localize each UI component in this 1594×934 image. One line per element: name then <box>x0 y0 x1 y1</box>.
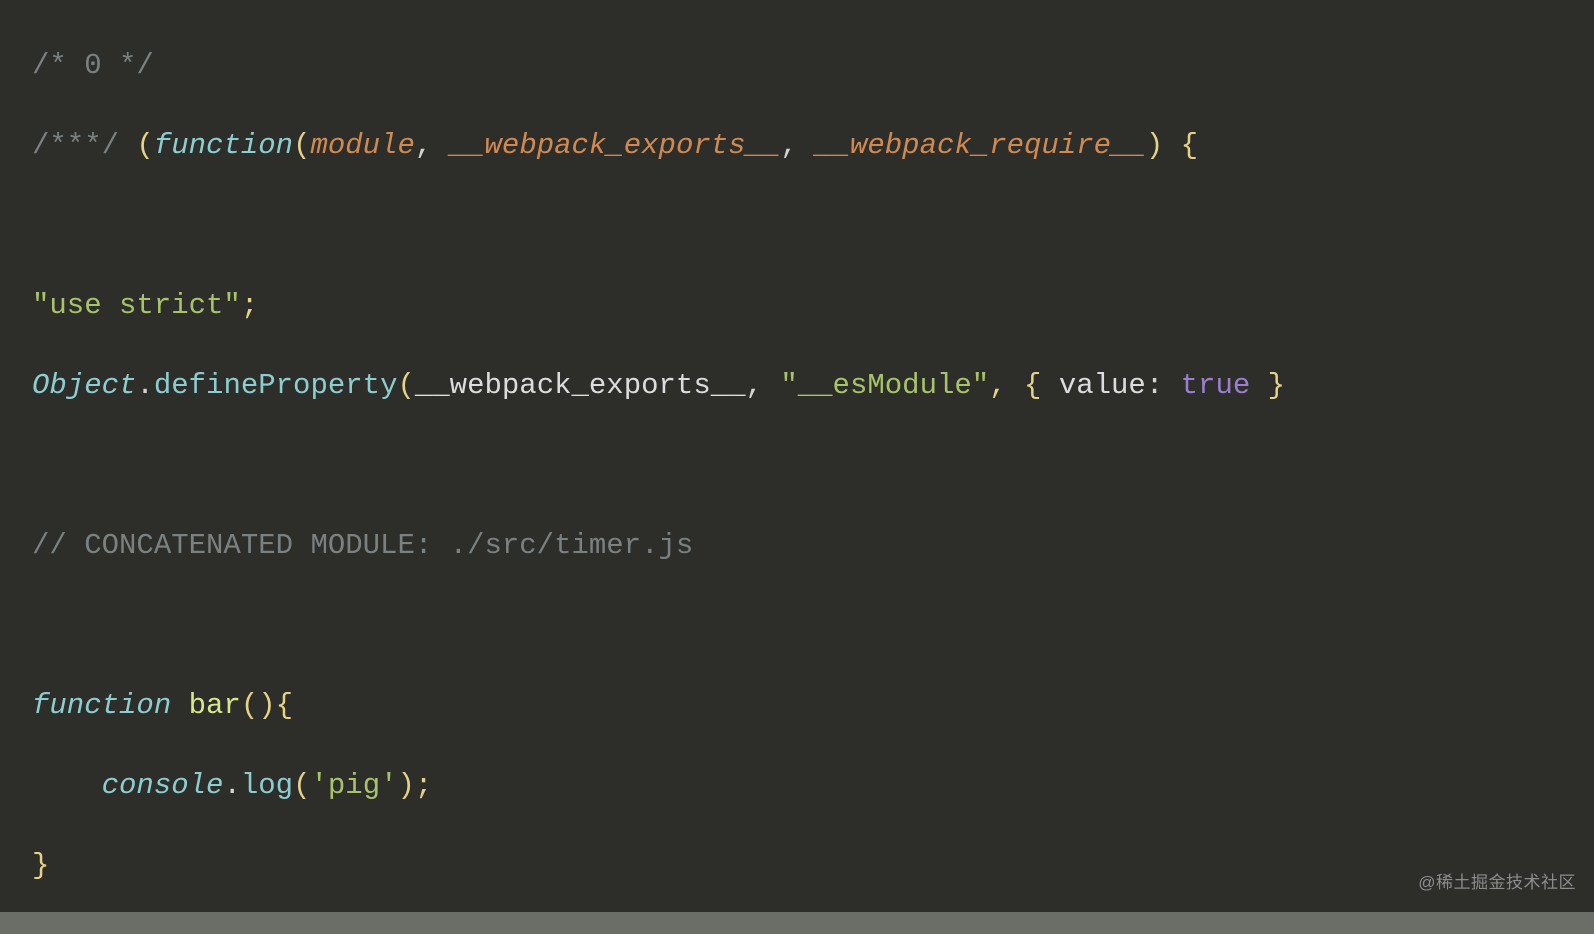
code-editor: /* 0 */ /***/ (function(module, __webpac… <box>0 0 1594 934</box>
identifier-console: console <box>102 769 224 802</box>
code-line-empty <box>32 606 1594 646</box>
code-line: Object.defineProperty(__webpack_exports_… <box>32 366 1594 406</box>
code-line: /* 0 */ <box>32 46 1594 86</box>
keyword-function: function <box>32 689 171 722</box>
comment-text: /* 0 */ <box>32 49 154 82</box>
punct: , { <box>989 369 1059 402</box>
identifier-object: Object <box>32 369 136 402</box>
param-webpack-require: __webpack_require__ <box>815 129 1146 162</box>
code-line-empty <box>32 446 1594 486</box>
watermark-text: @稀土掘金技术社区 <box>1418 871 1576 894</box>
function-name-bar: bar <box>189 689 241 722</box>
string-literal: "use strict" <box>32 289 241 322</box>
param-module: module <box>310 129 414 162</box>
punct: ); <box>398 769 433 802</box>
comment-text: /***/ <box>32 129 119 162</box>
punct: (){ <box>241 689 293 722</box>
indent <box>32 769 102 802</box>
identifier: __webpack_exports__ <box>415 369 746 402</box>
string-literal: "__esModule" <box>780 369 989 402</box>
punct: , <box>780 129 815 162</box>
code-line: console.log('pig'); <box>32 766 1594 806</box>
prop-value: value <box>1059 369 1146 402</box>
keyword-function: function <box>154 129 293 162</box>
punct: , <box>746 369 781 402</box>
method-log: log <box>241 769 293 802</box>
punct: ( <box>119 129 154 162</box>
punct: ) { <box>1146 129 1198 162</box>
code-line: function bar(){ <box>32 686 1594 726</box>
method-defineproperty: defineProperty <box>154 369 398 402</box>
punct: ( <box>397 369 414 402</box>
code-line: "use strict"; <box>32 286 1594 326</box>
param-webpack-exports: __webpack_exports__ <box>450 129 781 162</box>
code-line: } <box>32 846 1594 886</box>
comment-text: // CONCATENATED MODULE: ./src/timer.js <box>32 529 693 562</box>
punct: } <box>1250 369 1285 402</box>
code-line-empty <box>32 206 1594 246</box>
code-line: // CONCATENATED MODULE: ./src/timer.js <box>32 526 1594 566</box>
string-literal: 'pig' <box>310 769 397 802</box>
punct: ; <box>241 289 258 322</box>
punct: ( <box>293 769 310 802</box>
punct: ( <box>293 129 310 162</box>
punct: : <box>1146 369 1181 402</box>
punct: . <box>136 369 153 402</box>
space <box>171 689 188 722</box>
punct: . <box>223 769 240 802</box>
code-line: /***/ (function(module, __webpack_export… <box>32 126 1594 166</box>
horizontal-scrollbar[interactable] <box>0 912 1594 934</box>
punct: } <box>32 849 49 882</box>
punct: , <box>415 129 450 162</box>
keyword-true: true <box>1181 369 1251 402</box>
